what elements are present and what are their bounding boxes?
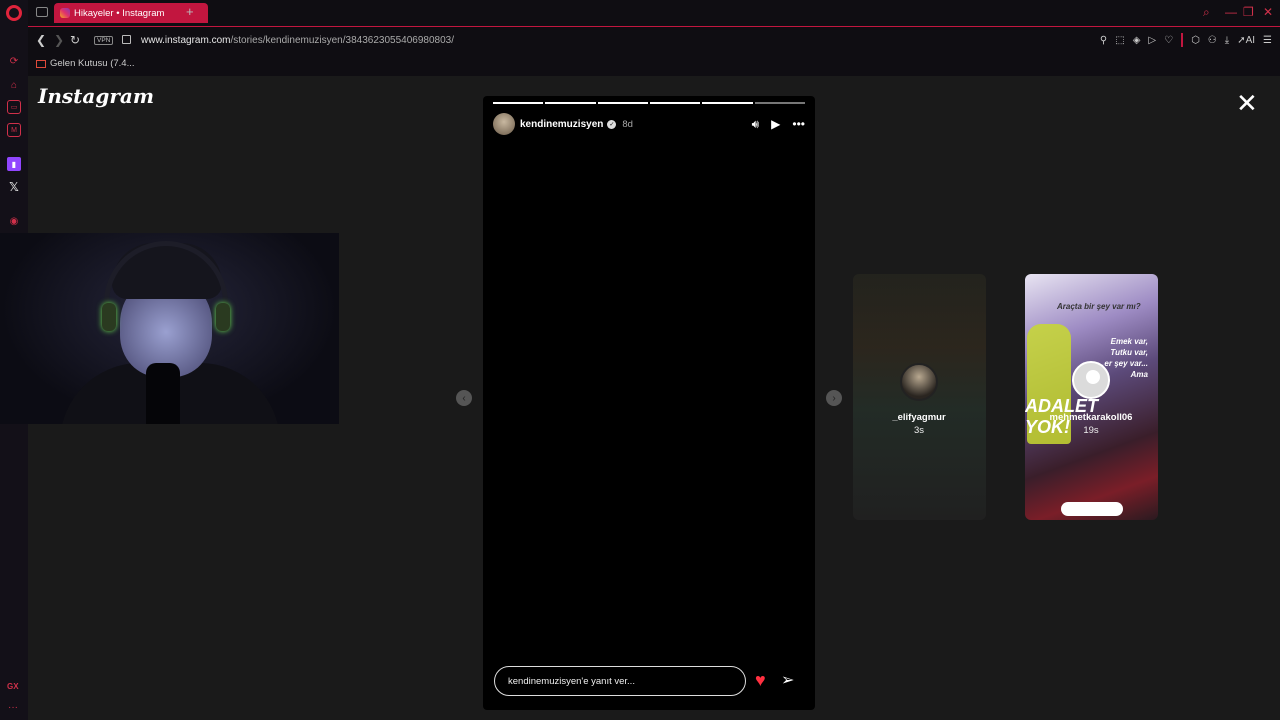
upcoming-username[interactable]: _elifyagmur: [849, 412, 989, 423]
tab-menu-icon[interactable]: [36, 7, 48, 17]
like-heart-icon[interactable]: ♥: [755, 670, 766, 691]
menu-icon[interactable]: ☰: [1263, 35, 1272, 46]
story-progress: [493, 102, 805, 104]
url-path: /stories/kendinemuzisyen/384362305540698…: [230, 35, 454, 46]
headset-earcup: [216, 303, 230, 331]
minimize-icon[interactable]: —: [1225, 5, 1237, 19]
progress-segment: [597, 102, 648, 104]
url-field[interactable]: www.instagram.com/stories/kendinemuzisye…: [141, 35, 454, 46]
instagram-favicon-icon: [60, 8, 70, 18]
gmail-icon: [36, 59, 46, 68]
headset-earcup: [102, 303, 116, 331]
verified-badge-icon: ✓: [607, 119, 617, 129]
upcoming-time: 19s: [1083, 425, 1099, 436]
tab-bar: Hikayeler • Instagram + ⌕ — ❐ ✕: [28, 0, 1280, 26]
maximize-icon[interactable]: ❐: [1243, 5, 1254, 19]
toolbar: ⚲ ⬚ ◈ ▷ ♡ ⬡ ⚇ ⤓ ➚AI ☰: [1100, 33, 1272, 47]
progress-segment: [545, 102, 596, 104]
progress-segment: [493, 102, 544, 104]
bookmark-label: Gelen Kutusu (7.4...: [50, 58, 135, 69]
avatar[interactable]: [493, 113, 515, 135]
more-icon[interactable]: ···: [8, 702, 18, 713]
address-bar: ❮ ❯ ↻ VPN www.instagram.com/stories/kend…: [28, 26, 1280, 54]
forward-button[interactable]: ❯: [54, 33, 64, 47]
opera-logo-icon[interactable]: [6, 5, 22, 21]
reload-button[interactable]: ↻: [70, 33, 80, 47]
microphone-icon: [146, 363, 180, 424]
upcoming-time: 3s: [913, 425, 925, 436]
bookmarks-bar: Gelen Kutusu (7.4...: [28, 54, 1280, 76]
lock-icon[interactable]: [122, 35, 131, 44]
profile-icon[interactable]: ⚇: [1208, 35, 1217, 46]
back-button[interactable]: ❮: [36, 33, 46, 47]
x-twitter-icon[interactable]: 𝕏: [7, 180, 21, 194]
play-icon[interactable]: ▷: [1148, 35, 1156, 46]
close-window-icon[interactable]: ✕: [1263, 5, 1273, 19]
progress-segment: [754, 102, 805, 104]
vpn-badge[interactable]: VPN: [94, 36, 114, 45]
story-time: 8d: [622, 118, 633, 130]
play-icon[interactable]: ▶: [771, 117, 780, 131]
twitch-icon[interactable]: ▮: [7, 157, 21, 171]
messenger-icon[interactable]: ▭: [7, 100, 21, 114]
reply-input[interactable]: kendinemuzisyen'e yanıt ver...: [494, 666, 746, 696]
bookmark-gmail[interactable]: Gelen Kutusu (7.4...: [36, 58, 135, 69]
story-username[interactable]: kendinemuzisyen: [520, 119, 603, 130]
progress-segment: [649, 102, 701, 104]
send-icon[interactable]: ➢: [781, 670, 794, 690]
download-icon[interactable]: ⤓: [1225, 35, 1229, 46]
heart-icon[interactable]: ♡: [1164, 35, 1173, 46]
tab-instagram[interactable]: Hikayeler • Instagram: [54, 3, 208, 23]
mail-icon[interactable]: M: [7, 123, 21, 137]
more-options-icon[interactable]: •••: [792, 117, 805, 131]
avatar[interactable]: [900, 363, 938, 401]
story-viewer[interactable]: kendinemuzisyen ✓ 8d 🔊︎ ▶ ••• kendinemuz…: [483, 96, 815, 710]
new-tab-button[interactable]: +: [186, 4, 194, 19]
upcoming-username[interactable]: mehmetkarakoll06: [1021, 412, 1161, 423]
next-story-arrow-icon[interactable]: ›: [826, 390, 842, 406]
preview-badge: [1061, 502, 1123, 516]
close-stories-button[interactable]: ✕: [1236, 90, 1258, 116]
search-icon[interactable]: ⌕: [1203, 5, 1210, 20]
avatar[interactable]: [1072, 361, 1110, 399]
previous-story-arrow-icon[interactable]: ‹: [456, 390, 472, 406]
tab-title: Hikayeler • Instagram: [74, 7, 165, 19]
story-header: kendinemuzisyen ✓ 8d 🔊︎ ▶ •••: [493, 112, 805, 136]
instagram-logo[interactable]: Instagram: [38, 84, 154, 108]
url-host: www.instagram.com: [141, 35, 231, 46]
sound-icon[interactable]: 🔊︎: [752, 117, 760, 132]
snapshot-icon[interactable]: ⬚: [1115, 35, 1124, 46]
preview-text: Araçta bir şey var mı?: [1057, 302, 1141, 311]
shield-icon[interactable]: ◈: [1133, 35, 1141, 46]
progress-segment: [702, 102, 753, 104]
bag-icon[interactable]: ⌂: [7, 78, 21, 92]
history-icon[interactable]: ⟳: [7, 54, 21, 68]
gx-icon[interactable]: GX: [7, 682, 19, 691]
webcam-overlay: [0, 233, 339, 424]
player-icon[interactable]: ◉: [7, 214, 21, 228]
extensions-icon[interactable]: ⬡: [1191, 35, 1200, 46]
toolbar-separator: [1181, 33, 1184, 47]
aria-ai-button[interactable]: ➚AI: [1237, 35, 1255, 46]
pin-icon[interactable]: ⚲: [1100, 35, 1107, 46]
